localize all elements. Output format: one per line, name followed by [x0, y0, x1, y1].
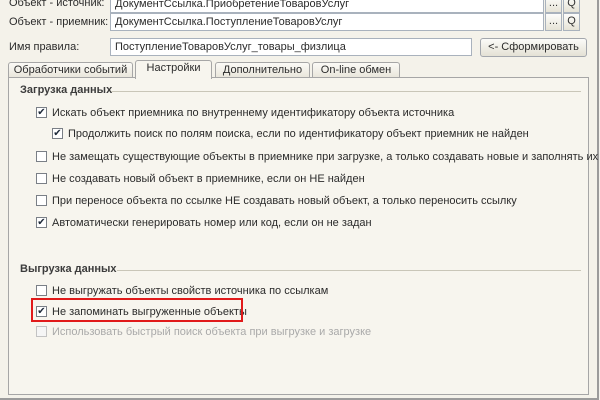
tab-settings[interactable]: Настройки [135, 60, 212, 79]
export-section-divider [117, 270, 581, 271]
no-export-property-objects-label: Не выгружать объекты свойств источника п… [52, 285, 329, 297]
transfer-ref-only-label: При переносе объекта по ссылке НЕ создав… [52, 195, 517, 207]
continue-search-checkbox[interactable]: ✔ [52, 128, 63, 139]
settings-form: Объект - источник: ДокументСсылка.Приобр… [0, 0, 599, 400]
do-not-replace-label: Не замещать существующие объекты в прием… [52, 151, 599, 163]
search-by-id-label: Искать объект приемника по внутреннему и… [52, 107, 455, 119]
receiver-object-field[interactable]: ДокументСсылка.ПоступлениеТоваровУслуг [110, 13, 544, 31]
auto-generate-number-label: Автоматически генерировать номер или код… [52, 217, 372, 229]
rule-name-field[interactable]: ПоступлениеТоваровУслуг_товары_физлица [110, 38, 472, 56]
do-not-replace-checkbox[interactable] [36, 151, 47, 162]
source-object-label: Объект - источник: [9, 0, 105, 9]
receiver-select-button[interactable]: ... [545, 13, 562, 31]
fast-search-checkbox [36, 326, 47, 337]
receiver-object-label: Объект - приемник: [9, 16, 109, 28]
rule-name-label: Имя правила: [9, 41, 80, 53]
receiver-open-icon[interactable]: Q [563, 13, 580, 31]
highlight-frame [31, 298, 243, 322]
source-open-icon[interactable]: Q [563, 0, 580, 13]
export-section-title: Выгрузка данных [20, 263, 117, 275]
source-select-button[interactable]: ... [545, 0, 562, 13]
source-object-field[interactable]: ДокументСсылка.ПриобретениеТоваровУслуг [110, 0, 544, 13]
do-not-create-checkbox[interactable] [36, 173, 47, 184]
fast-search-label: Использовать быстрый поиск объекта при в… [52, 326, 372, 338]
transfer-ref-only-checkbox[interactable] [36, 195, 47, 206]
no-export-property-objects-checkbox[interactable] [36, 285, 47, 296]
tab-event-handlers[interactable]: Обработчики событий [8, 62, 133, 78]
search-by-id-checkbox[interactable]: ✔ [36, 107, 47, 118]
continue-search-label: Продолжить поиск по полям поиска, если п… [68, 128, 529, 140]
do-not-create-label: Не создавать новый объект в приемнике, е… [52, 173, 365, 185]
tab-online-exchange[interactable]: On-line обмен [312, 62, 400, 78]
settings-panel: Загрузка данных ✔ Искать объект приемник… [8, 77, 598, 395]
generate-button[interactable]: <- Сформировать [480, 38, 587, 57]
load-section-title: Загрузка данных [20, 84, 113, 96]
tab-additional[interactable]: Дополнительно [215, 62, 310, 78]
auto-generate-number-checkbox[interactable]: ✔ [36, 217, 47, 228]
load-section-divider [111, 91, 581, 92]
